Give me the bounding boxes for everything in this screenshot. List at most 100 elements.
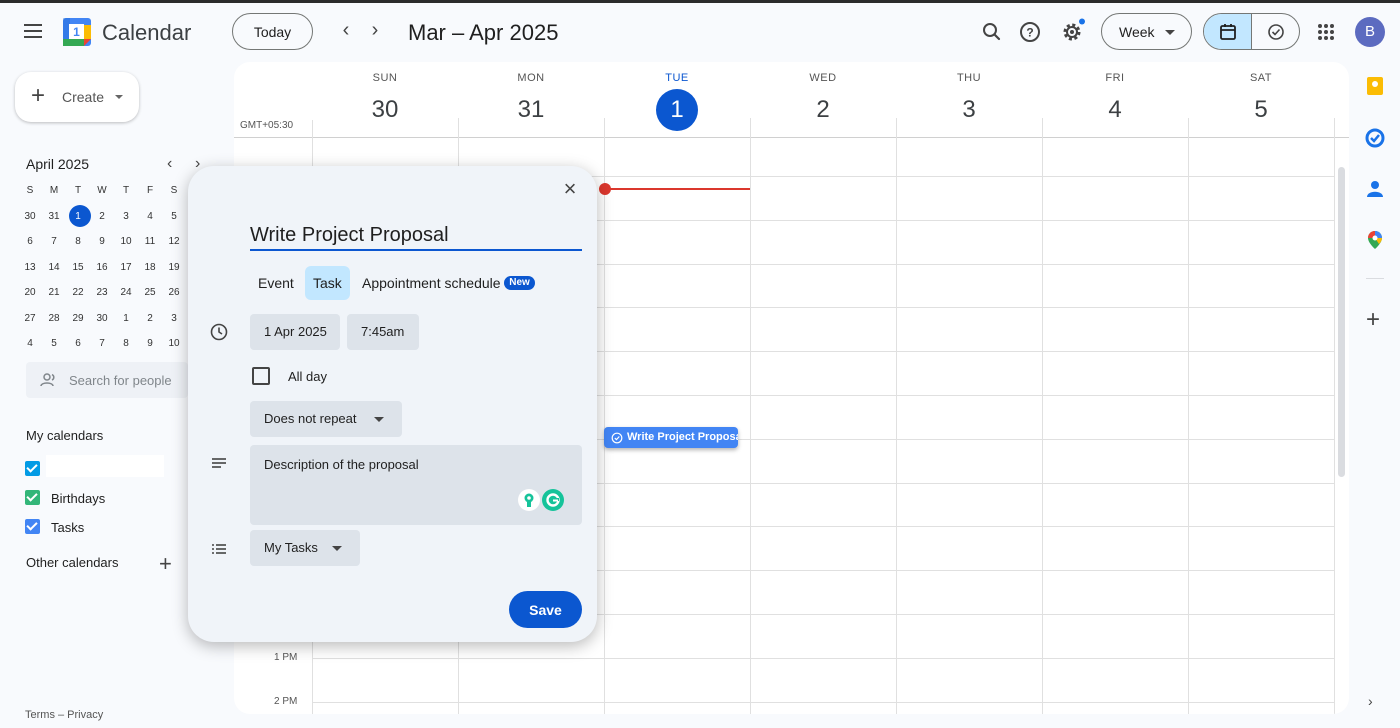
mini-calendar-day[interactable]: 10 (114, 236, 138, 247)
mini-calendar-day[interactable]: 24 (114, 287, 138, 298)
mini-calendar-day[interactable]: 13 (18, 262, 42, 273)
settings-icon[interactable] (1057, 17, 1087, 47)
close-icon[interactable]: × (557, 176, 583, 202)
mini-calendar-day[interactable]: 6 (66, 338, 90, 349)
mini-calendar-day[interactable]: 1 (114, 313, 138, 324)
mini-calendar-day[interactable]: 8 (114, 338, 138, 349)
mini-calendar-day[interactable]: 4 (18, 338, 42, 349)
tab-task[interactable]: Task (305, 266, 350, 300)
all-day-checkbox[interactable] (252, 367, 270, 385)
task-list-dropdown[interactable]: My Tasks (250, 530, 360, 566)
mini-calendar-day[interactable]: 19 (162, 262, 186, 273)
save-button[interactable]: Save (509, 591, 582, 628)
mini-calendar-day[interactable]: 2 (138, 313, 162, 324)
hide-side-panel-button[interactable]: › (1368, 693, 1373, 709)
mini-calendar-day[interactable]: 28 (42, 313, 66, 324)
mini-calendar-previous-button[interactable]: ‹ (167, 155, 172, 173)
mini-calendar-day[interactable]: 31 (42, 211, 66, 222)
mini-calendar-day[interactable]: 3 (114, 211, 138, 222)
my-calendars-heading[interactable]: My calendars (26, 428, 103, 443)
mini-calendar-day[interactable]: 4 (138, 211, 162, 222)
day-header[interactable]: MON 31 (458, 62, 604, 137)
apps-grid-icon[interactable] (1311, 17, 1341, 47)
description-textarea[interactable]: Description of the proposal (250, 445, 582, 525)
tasks-view-toggle[interactable] (1252, 14, 1299, 49)
current-time-dot (599, 183, 611, 195)
get-addons-button[interactable]: + (1366, 306, 1380, 334)
mini-calendar-day[interactable]: 25 (138, 287, 162, 298)
next-week-button[interactable]: › (362, 18, 388, 44)
terms-privacy-links[interactable]: Terms – Privacy (25, 709, 103, 721)
maps-icon[interactable] (1364, 229, 1386, 251)
mini-calendar-day[interactable]: 29 (66, 313, 90, 324)
help-icon[interactable]: ? (1015, 17, 1045, 47)
mini-calendar-day[interactable]: 12 (162, 236, 186, 247)
mini-calendar-day[interactable]: 3 (162, 313, 186, 324)
mini-calendar-day[interactable]: 10 (162, 338, 186, 349)
mini-calendar-day[interactable]: 30 (18, 211, 42, 222)
grammarly-suggestion-icon[interactable] (518, 489, 540, 511)
mini-calendar-day[interactable]: 22 (66, 287, 90, 298)
search-icon[interactable] (977, 17, 1007, 47)
people-icon (40, 373, 55, 387)
title-input[interactable] (250, 222, 582, 251)
mini-calendar-day[interactable]: 23 (90, 287, 114, 298)
day-header-today[interactable]: TUE 1 (604, 62, 750, 137)
day-header[interactable]: SUN 30 (312, 62, 458, 137)
view-selector-dropdown[interactable]: Week (1101, 13, 1192, 50)
tasks-icon[interactable] (1364, 127, 1386, 149)
grammarly-icon[interactable] (542, 489, 564, 511)
mini-calendar-day[interactable]: 5 (42, 338, 66, 349)
task-chip[interactable]: Write Project Proposal (604, 427, 738, 448)
today-button[interactable]: Today (232, 13, 313, 50)
repeat-dropdown[interactable]: Does not repeat (250, 401, 402, 437)
mini-calendar-day[interactable]: 8 (66, 236, 90, 247)
mini-calendar-weekday: T (122, 185, 130, 197)
mini-calendar-day[interactable]: 14 (42, 262, 66, 273)
search-people-input[interactable]: Search for people (26, 362, 188, 398)
mini-calendar-day[interactable]: 30 (90, 313, 114, 324)
view-toggle (1203, 13, 1300, 50)
time-picker-button[interactable]: 7:45am (347, 314, 419, 350)
mini-calendar-today[interactable]: 1 (66, 204, 91, 227)
account-avatar[interactable]: B (1355, 17, 1385, 47)
mini-calendar-weekday: F (146, 185, 154, 197)
day-header[interactable]: WED 2 (750, 62, 896, 137)
tab-event[interactable]: Event (250, 266, 302, 300)
mini-calendar-day[interactable]: 9 (138, 338, 162, 349)
mini-calendar-day[interactable]: 7 (42, 236, 66, 247)
mini-calendar-day[interactable]: 20 (18, 287, 42, 298)
date-picker-button[interactable]: 1 Apr 2025 (250, 314, 340, 350)
main-menu-button[interactable] (20, 20, 46, 44)
create-button[interactable]: + Create (15, 72, 139, 122)
mini-calendar-day[interactable]: 18 (138, 262, 162, 273)
day-header[interactable]: THU 3 (896, 62, 1042, 137)
mini-calendar-day[interactable]: 17 (114, 262, 138, 273)
mini-calendar-day[interactable]: 26 (162, 287, 186, 298)
day-header[interactable]: SAT 5 (1188, 62, 1334, 137)
mini-calendar-day[interactable]: 21 (42, 287, 66, 298)
vertical-scrollbar[interactable] (1338, 167, 1345, 477)
day-header[interactable]: FRI 4 (1042, 62, 1188, 137)
mini-calendar-weekday: W (97, 185, 107, 197)
other-calendars-heading[interactable]: Other calendars (26, 555, 119, 570)
calendar-checkbox[interactable] (25, 461, 40, 476)
mini-calendar-day[interactable]: 9 (90, 236, 114, 247)
add-other-calendar-button[interactable]: + (159, 551, 172, 577)
mini-calendar-day[interactable]: 11 (138, 236, 162, 247)
mini-calendar-day[interactable]: 27 (18, 313, 42, 324)
tasks-view-icon (1268, 24, 1284, 40)
calendar-checkbox[interactable] (25, 519, 40, 534)
calendar-checkbox[interactable] (25, 490, 40, 505)
previous-week-button[interactable]: ‹ (333, 18, 359, 44)
keep-icon[interactable] (1364, 75, 1386, 97)
mini-calendar-day[interactable]: 5 (162, 211, 186, 222)
mini-calendar-day[interactable]: 6 (18, 236, 42, 247)
mini-calendar-day[interactable]: 16 (90, 262, 114, 273)
mini-calendar-day[interactable]: 15 (66, 262, 90, 273)
calendar-view-toggle[interactable] (1204, 14, 1252, 49)
contacts-icon[interactable] (1364, 178, 1386, 200)
mini-calendar-day[interactable]: 2 (90, 211, 114, 222)
mini-calendar-day[interactable]: 7 (90, 338, 114, 349)
tab-appointment-schedule[interactable]: Appointment schedule (354, 266, 509, 300)
